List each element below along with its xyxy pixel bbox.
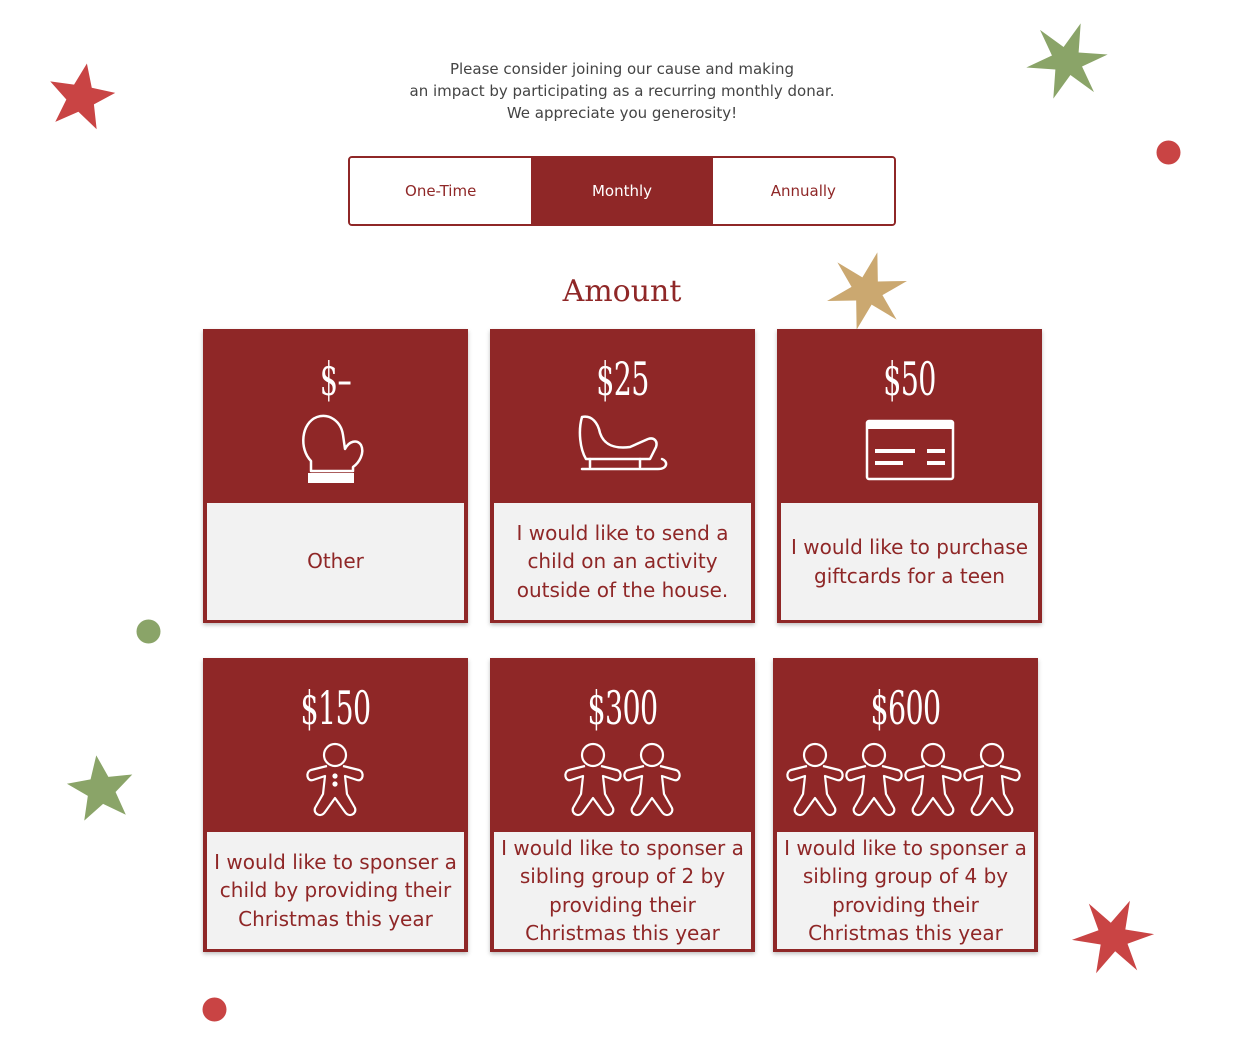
- amount-description: I would like to sponser a sibling group …: [777, 832, 1034, 949]
- amount-card-300[interactable]: $300 I would like to sponser a sibling g…: [490, 658, 755, 952]
- amount-card-other[interactable]: $– Other: [203, 329, 468, 623]
- amount-description: Other: [207, 503, 464, 620]
- amount-price: $300: [587, 681, 658, 735]
- mitten-icon: [302, 414, 364, 483]
- amount-price: $600: [870, 681, 941, 735]
- tab-monthly[interactable]: Monthly: [531, 158, 713, 224]
- frequency-selector: One-Time Monthly Annually: [348, 156, 896, 226]
- amount-price: $50: [883, 352, 936, 406]
- amount-price: $150: [300, 681, 371, 735]
- intro-line-3: We appreciate you generosity!: [506, 104, 738, 122]
- gingerbread-men-icon: [786, 742, 1021, 817]
- tab-annually[interactable]: Annually: [712, 158, 894, 224]
- intro-line-1: Please consider joining our cause and ma…: [449, 60, 795, 78]
- red-star-icon: [1071, 900, 1155, 974]
- amount-price: $–: [319, 352, 352, 406]
- amount-heading: Amount: [562, 274, 682, 309]
- gift-card-icon: [865, 419, 955, 481]
- amount-description: I would like to sponser a child by provi…: [207, 832, 464, 949]
- red-dot-icon: [202, 997, 227, 1022]
- amount-card-600[interactable]: $600 I would like to sponser a sibling g…: [773, 658, 1038, 952]
- intro-text: Please consider joining our cause and ma…: [0, 58, 1244, 124]
- gingerbread-men-icon: [564, 742, 681, 817]
- sleigh-icon: [578, 415, 668, 471]
- amount-description: I would like to purchase giftcards for a…: [781, 503, 1038, 620]
- green-dot-icon: [136, 619, 161, 644]
- tab-one-time[interactable]: One-Time: [350, 158, 532, 224]
- amount-description: I would like to sponser a sibling group …: [494, 832, 751, 949]
- amount-card-150[interactable]: $150 I would like to sponser a child by …: [203, 658, 468, 952]
- amount-card-25[interactable]: $25 I would like to send a child on an a…: [490, 329, 755, 623]
- amount-description: I would like to send a child on an activ…: [494, 503, 751, 620]
- amount-card-50[interactable]: $50 I would like to purchase giftcards f…: [777, 329, 1042, 623]
- green-star-icon: [66, 755, 133, 821]
- gingerbread-man-icon: [306, 742, 364, 817]
- amount-price: $25: [596, 352, 649, 406]
- red-dot-icon: [1156, 140, 1181, 165]
- intro-line-2: an impact by participating as a recurrin…: [409, 82, 835, 100]
